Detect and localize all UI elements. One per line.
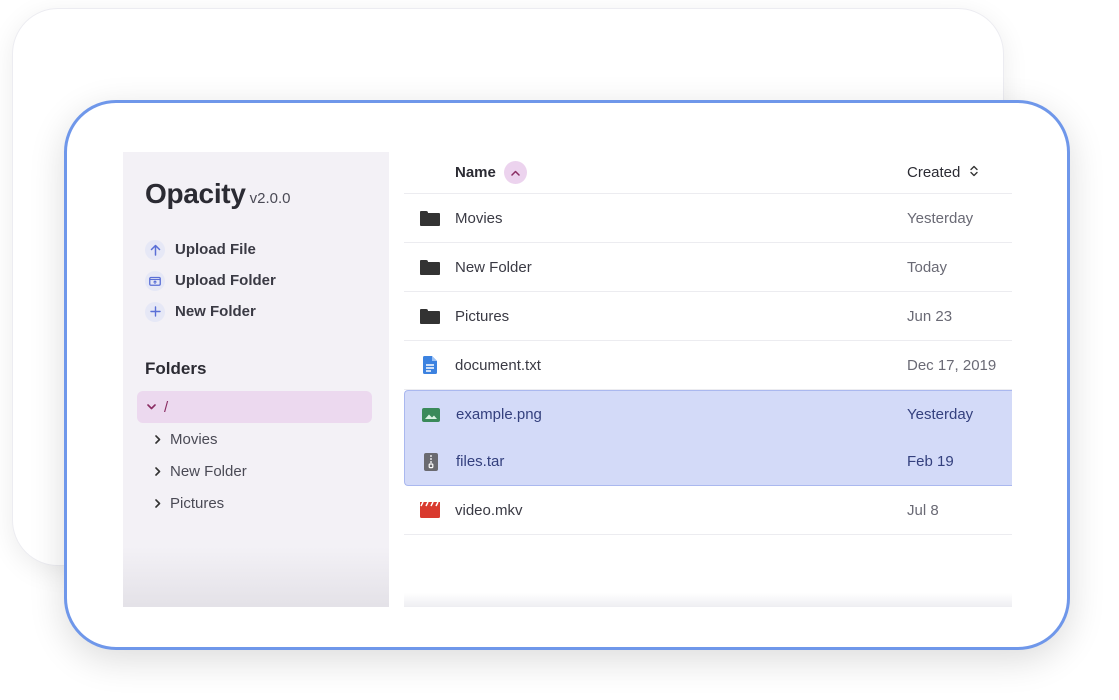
file-name: example.png bbox=[456, 406, 542, 423]
file-created: Jul 8 bbox=[907, 501, 939, 519]
folder-upload-icon bbox=[145, 270, 165, 291]
name-column-header[interactable]: Name bbox=[404, 161, 907, 184]
folders-heading: Folders bbox=[145, 359, 207, 378]
chevron-right-icon bbox=[155, 464, 161, 479]
upload-file-button[interactable]: Upload File bbox=[145, 234, 367, 265]
file-name: Pictures bbox=[455, 307, 510, 325]
sidebar: Opacity v2.0.0 Upload File Upload Folder bbox=[123, 152, 389, 607]
video-icon bbox=[404, 502, 455, 518]
table-row[interactable]: Movies Yesterday bbox=[404, 194, 1012, 243]
new-folder-button[interactable]: New Folder bbox=[145, 296, 367, 327]
file-created: Yesterday bbox=[907, 406, 974, 423]
chevron-right-icon bbox=[155, 496, 161, 511]
file-created: Today bbox=[907, 258, 948, 276]
folder-icon bbox=[404, 259, 455, 275]
arrow-up-icon bbox=[145, 239, 165, 260]
file-name: files.tar bbox=[456, 453, 505, 470]
new-folder-label: New Folder bbox=[175, 303, 256, 320]
file-rows: Movies Yesterday New Folder Today Pictur… bbox=[404, 194, 1012, 535]
app-version: v2.0.0 bbox=[249, 190, 291, 207]
tree-root-label: / bbox=[164, 398, 169, 416]
app-window: Opacity v2.0.0 Upload File Upload Folder bbox=[64, 100, 1070, 650]
tree-item-pictures[interactable]: Pictures bbox=[145, 487, 367, 519]
file-manager: Opacity v2.0.0 Upload File Upload Folder bbox=[123, 152, 1012, 607]
table-row[interactable]: example.png Yesterday bbox=[405, 391, 1012, 438]
chevron-down-icon bbox=[147, 401, 156, 413]
tree-item-root[interactable]: / bbox=[137, 391, 372, 423]
tree-item-movies[interactable]: Movies bbox=[145, 423, 367, 455]
table-row[interactable]: video.mkv Jul 8 bbox=[404, 486, 1012, 535]
table-row[interactable]: Pictures Jun 23 bbox=[404, 292, 1012, 341]
upload-file-label: Upload File bbox=[175, 241, 256, 258]
tree-item-label: Movies bbox=[170, 430, 218, 448]
folder-icon bbox=[404, 308, 455, 324]
file-created: Dec 17, 2019 bbox=[907, 356, 997, 374]
sort-toggle-icon[interactable] bbox=[970, 165, 979, 180]
selected-rows: example.png Yesterday files.tar Feb 19 bbox=[404, 390, 1012, 486]
brand: Opacity v2.0.0 bbox=[145, 178, 367, 210]
tree-item-label: New Folder bbox=[170, 462, 247, 480]
file-name: video.mkv bbox=[455, 501, 523, 519]
created-column-header[interactable]: Created bbox=[907, 164, 1012, 181]
file-list: Name Created Movies Yesterday New Folder… bbox=[389, 152, 1012, 607]
name-header-label: Name bbox=[455, 164, 496, 181]
image-icon bbox=[405, 407, 456, 422]
file-created: Yesterday bbox=[907, 209, 974, 227]
table-row[interactable]: document.txt Dec 17, 2019 bbox=[404, 341, 1012, 390]
upload-folder-button[interactable]: Upload Folder bbox=[145, 265, 367, 296]
upload-folder-label: Upload Folder bbox=[175, 272, 276, 289]
file-created: Jun 23 bbox=[907, 307, 953, 325]
table-row[interactable]: New Folder Today bbox=[404, 243, 1012, 292]
table-header: Name Created bbox=[404, 152, 1012, 194]
file-name: Movies bbox=[455, 209, 503, 227]
file-name: document.txt bbox=[455, 356, 541, 374]
archive-icon bbox=[405, 452, 456, 471]
app-name: Opacity bbox=[145, 178, 246, 209]
created-header-label: Created bbox=[907, 164, 961, 181]
file-created: Feb 19 bbox=[907, 453, 954, 470]
folder-icon bbox=[404, 210, 455, 226]
chevron-right-icon bbox=[155, 432, 161, 447]
tree-item-label: Pictures bbox=[170, 494, 225, 512]
sort-ascending-icon[interactable] bbox=[503, 161, 527, 184]
tree-item-new-folder[interactable]: New Folder bbox=[145, 455, 367, 487]
table-row[interactable]: files.tar Feb 19 bbox=[405, 438, 1012, 485]
plus-icon bbox=[145, 301, 165, 322]
document-icon bbox=[404, 356, 455, 374]
file-name: New Folder bbox=[455, 258, 532, 276]
